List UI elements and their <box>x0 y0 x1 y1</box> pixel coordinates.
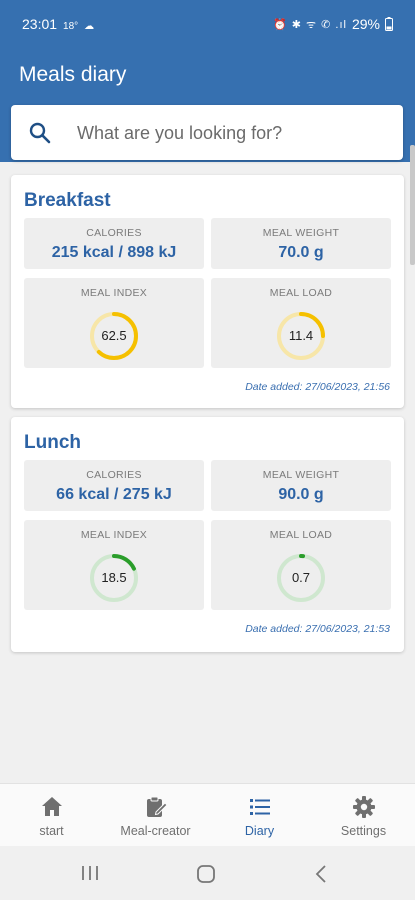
meal-index-tile: MEAL INDEX 62.5 <box>24 278 204 368</box>
meal-load-label: MEAL LOAD <box>269 287 333 299</box>
meal-index-tile: MEAL INDEX 18.5 <box>24 520 204 610</box>
status-right: ⏰ ✱ ᯤ ✆ .ıl 29% <box>273 16 393 32</box>
calories-value: 215 kcal / 898 kJ <box>51 244 177 261</box>
meal-load-tile: MEAL LOAD 0.7 <box>211 520 391 610</box>
meal-index-gauge: 62.5 <box>88 310 140 362</box>
date-added: Date added: 27/06/2023, 21:53 <box>245 623 390 635</box>
nav-settings[interactable]: Settings <box>312 784 415 846</box>
meal-title: Breakfast <box>24 190 111 211</box>
meal-index-label: MEAL INDEX <box>80 287 148 299</box>
search-bar[interactable] <box>11 105 403 160</box>
app-header: Meals diary <box>0 50 415 162</box>
meal-weight-label: MEAL WEIGHT <box>262 227 340 239</box>
meal-load-value: 0.7 <box>291 570 311 585</box>
date-added: Date added: 27/06/2023, 21:56 <box>245 381 390 393</box>
meal-title: Lunch <box>24 432 81 453</box>
nav-label: Settings <box>340 824 387 838</box>
meal-card-lunch[interactable]: Lunch CALORIES 66 kcal / 275 kJ MEAL WEI… <box>11 417 404 652</box>
page-title: Meals diary <box>19 63 127 86</box>
meal-weight-value: 90.0 g <box>278 486 324 503</box>
calories-label: CALORIES <box>86 469 142 481</box>
meal-card-breakfast[interactable]: Breakfast CALORIES 215 kcal / 898 kJ MEA… <box>11 175 404 408</box>
nav-meal-creator[interactable]: Meal-creator <box>104 784 207 846</box>
nav-label: start <box>39 824 64 838</box>
calories-tile: CALORIES 66 kcal / 275 kJ <box>24 460 204 511</box>
nav-diary[interactable]: Diary <box>208 784 311 846</box>
battery-icon <box>385 17 393 31</box>
status-temp: 18° <box>63 21 79 32</box>
weather-icon: ☁ <box>84 21 95 32</box>
system-navigation-bar <box>0 846 415 900</box>
meal-weight-value: 70.0 g <box>278 244 324 261</box>
scrollbar[interactable] <box>410 145 415 265</box>
nav-label: Meal-creator <box>120 824 191 838</box>
meal-load-tile: MEAL LOAD 11.4 <box>211 278 391 368</box>
status-icons: ⏰ ✱ ᯤ ✆ .ıl <box>273 18 347 31</box>
calories-label: CALORIES <box>86 227 142 239</box>
nav-label: Diary <box>244 824 275 838</box>
clipboard-edit-icon <box>146 796 168 817</box>
meal-weight-tile: MEAL WEIGHT 70.0 g <box>211 218 391 269</box>
home-icon <box>41 797 62 816</box>
meal-load-gauge: 11.4 <box>275 310 327 362</box>
meal-index-value: 18.5 <box>101 570 127 585</box>
recent-apps-icon[interactable] <box>80 864 100 882</box>
list-icon <box>249 799 270 815</box>
meal-load-label: MEAL LOAD <box>269 529 333 541</box>
meal-weight-label: MEAL WEIGHT <box>262 469 340 481</box>
meal-index-gauge: 18.5 <box>88 552 140 604</box>
battery-text: 29% <box>351 16 380 32</box>
status-left: 23:01 18° ☁ <box>22 16 94 32</box>
meal-load-value: 11.4 <box>288 328 314 343</box>
status-bar: 23:01 18° ☁ ⏰ ✱ ᯤ ✆ .ıl 29% <box>0 0 415 50</box>
gear-icon <box>352 796 375 818</box>
meal-weight-tile: MEAL WEIGHT 90.0 g <box>211 460 391 511</box>
meal-load-gauge: 0.7 <box>275 552 327 604</box>
meal-index-value: 62.5 <box>101 328 127 343</box>
search-icon[interactable] <box>29 122 51 144</box>
status-time: 23:01 <box>22 16 58 32</box>
back-icon[interactable] <box>314 864 328 884</box>
search-input[interactable] <box>75 115 389 151</box>
nav-start[interactable]: start <box>0 784 103 846</box>
bottom-navigation: start Meal-creator Diary Settings <box>0 783 415 846</box>
meal-index-label: MEAL INDEX <box>80 529 148 541</box>
calories-tile: CALORIES 215 kcal / 898 kJ <box>24 218 204 269</box>
calories-value: 66 kcal / 275 kJ <box>56 486 172 503</box>
home-button-icon[interactable] <box>196 864 216 884</box>
